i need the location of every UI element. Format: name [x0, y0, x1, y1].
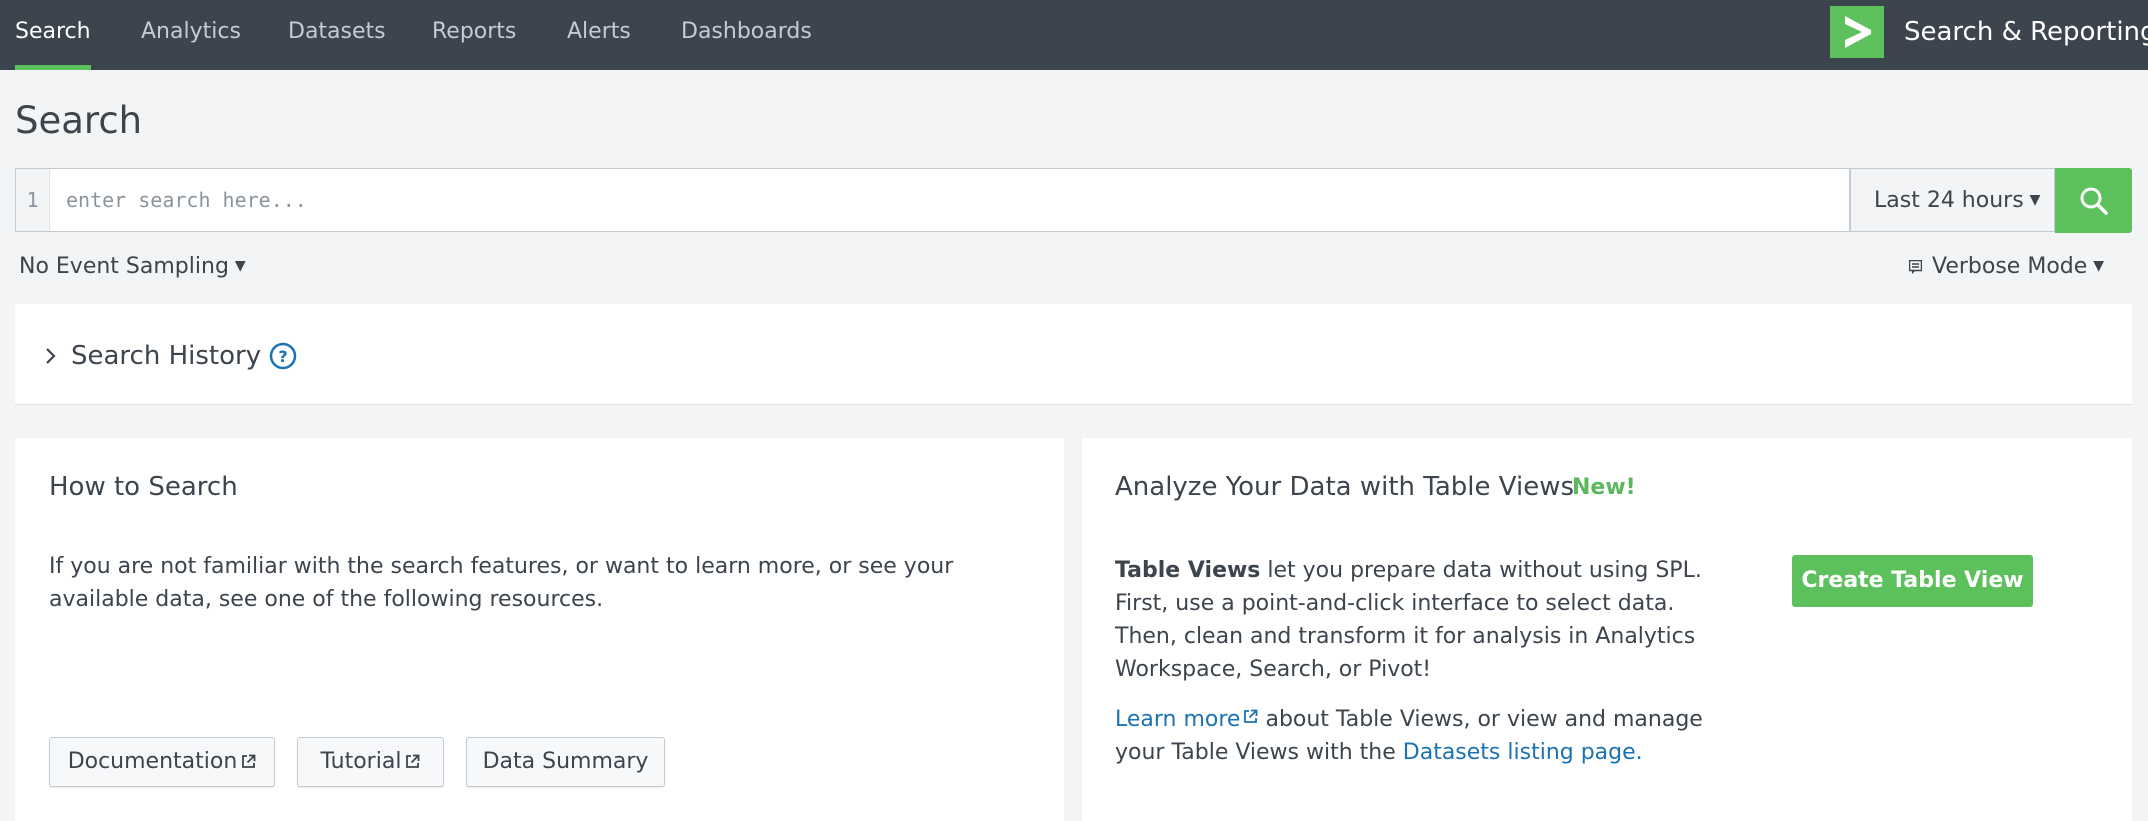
search-bar: 1 [15, 168, 1850, 232]
nav-tab-reports[interactable]: Reports [432, 0, 516, 70]
create-table-view-button[interactable]: Create Table View [1792, 555, 2033, 607]
new-badge: New! [1572, 475, 1636, 500]
external-link-icon [242, 754, 256, 768]
learn-more-link[interactable]: Learn more [1115, 707, 1258, 732]
tutorial-button[interactable]: Tutorial [297, 737, 444, 787]
external-link-icon [406, 754, 420, 768]
chevron-right-icon [46, 348, 56, 364]
table-views-intro: Table Views let you prepare data without… [1115, 554, 1725, 686]
nav-tab-analytics[interactable]: Analytics [141, 0, 241, 70]
search-button[interactable] [2055, 168, 2132, 233]
data-summary-button[interactable]: Data Summary [466, 737, 665, 787]
search-history-title: Search History [71, 341, 262, 371]
how-to-search-panel: How to Search If you are not familiar wi… [15, 438, 1064, 821]
event-sampling-label: No Event Sampling [19, 254, 229, 279]
table-views-learn-more-text: Learn more about Table Views, or view an… [1115, 703, 1735, 769]
datasets-listing-link[interactable]: Datasets listing page. [1403, 740, 1643, 765]
top-nav: Search Analytics Datasets Reports Alerts… [0, 0, 2148, 70]
nav-tab-dashboards[interactable]: Dashboards [681, 0, 812, 70]
search-input[interactable] [52, 169, 1812, 231]
svg-text:?: ? [278, 347, 287, 366]
learn-more-label: Learn more [1115, 707, 1241, 732]
how-to-search-text: If you are not familiar with the search … [49, 554, 954, 612]
event-sampling-dropdown[interactable]: No Event Sampling ▼ [19, 254, 246, 279]
nav-tab-datasets[interactable]: Datasets [288, 0, 386, 70]
documentation-button[interactable]: Documentation [49, 737, 275, 787]
app-title[interactable]: Search & Reporting [1904, 0, 2148, 64]
how-to-search-title: How to Search [49, 472, 238, 502]
splunk-chevron-icon[interactable] [1830, 6, 1884, 58]
search-icon [2080, 187, 2108, 215]
line-number: 1 [16, 169, 50, 231]
documentation-label: Documentation [67, 749, 238, 774]
chevron-down-icon: ▼ [234, 258, 246, 274]
chevron-down-icon: ▼ [2029, 192, 2041, 208]
page-title: Search [15, 99, 143, 142]
search-mode-label: Verbose Mode [1932, 254, 2088, 279]
time-range-picker[interactable]: Last 24 hours ▼ [1850, 168, 2055, 232]
nav-tab-search[interactable]: Search [15, 0, 91, 70]
search-mode-dropdown[interactable]: Verbose Mode ▼ [1909, 254, 2104, 279]
search-history-toggle[interactable]: Search History ? [45, 336, 297, 376]
external-link-icon [1244, 709, 1258, 723]
table-views-panel: Analyze Your Data with Table Views New! … [1082, 438, 2132, 821]
mode-icon [1909, 260, 1922, 274]
search-history-panel: Search History ? [15, 304, 2132, 405]
chevron-down-icon: ▼ [2093, 258, 2105, 274]
table-views-bold: Table Views [1115, 558, 1261, 583]
table-views-title: Analyze Your Data with Table Views [1115, 472, 1574, 502]
question-circle-icon[interactable]: ? [269, 342, 297, 370]
time-range-label: Last 24 hours [1874, 188, 2024, 213]
tutorial-label: Tutorial [320, 749, 402, 774]
data-summary-label: Data Summary [482, 749, 649, 774]
nav-tab-alerts[interactable]: Alerts [567, 0, 631, 70]
